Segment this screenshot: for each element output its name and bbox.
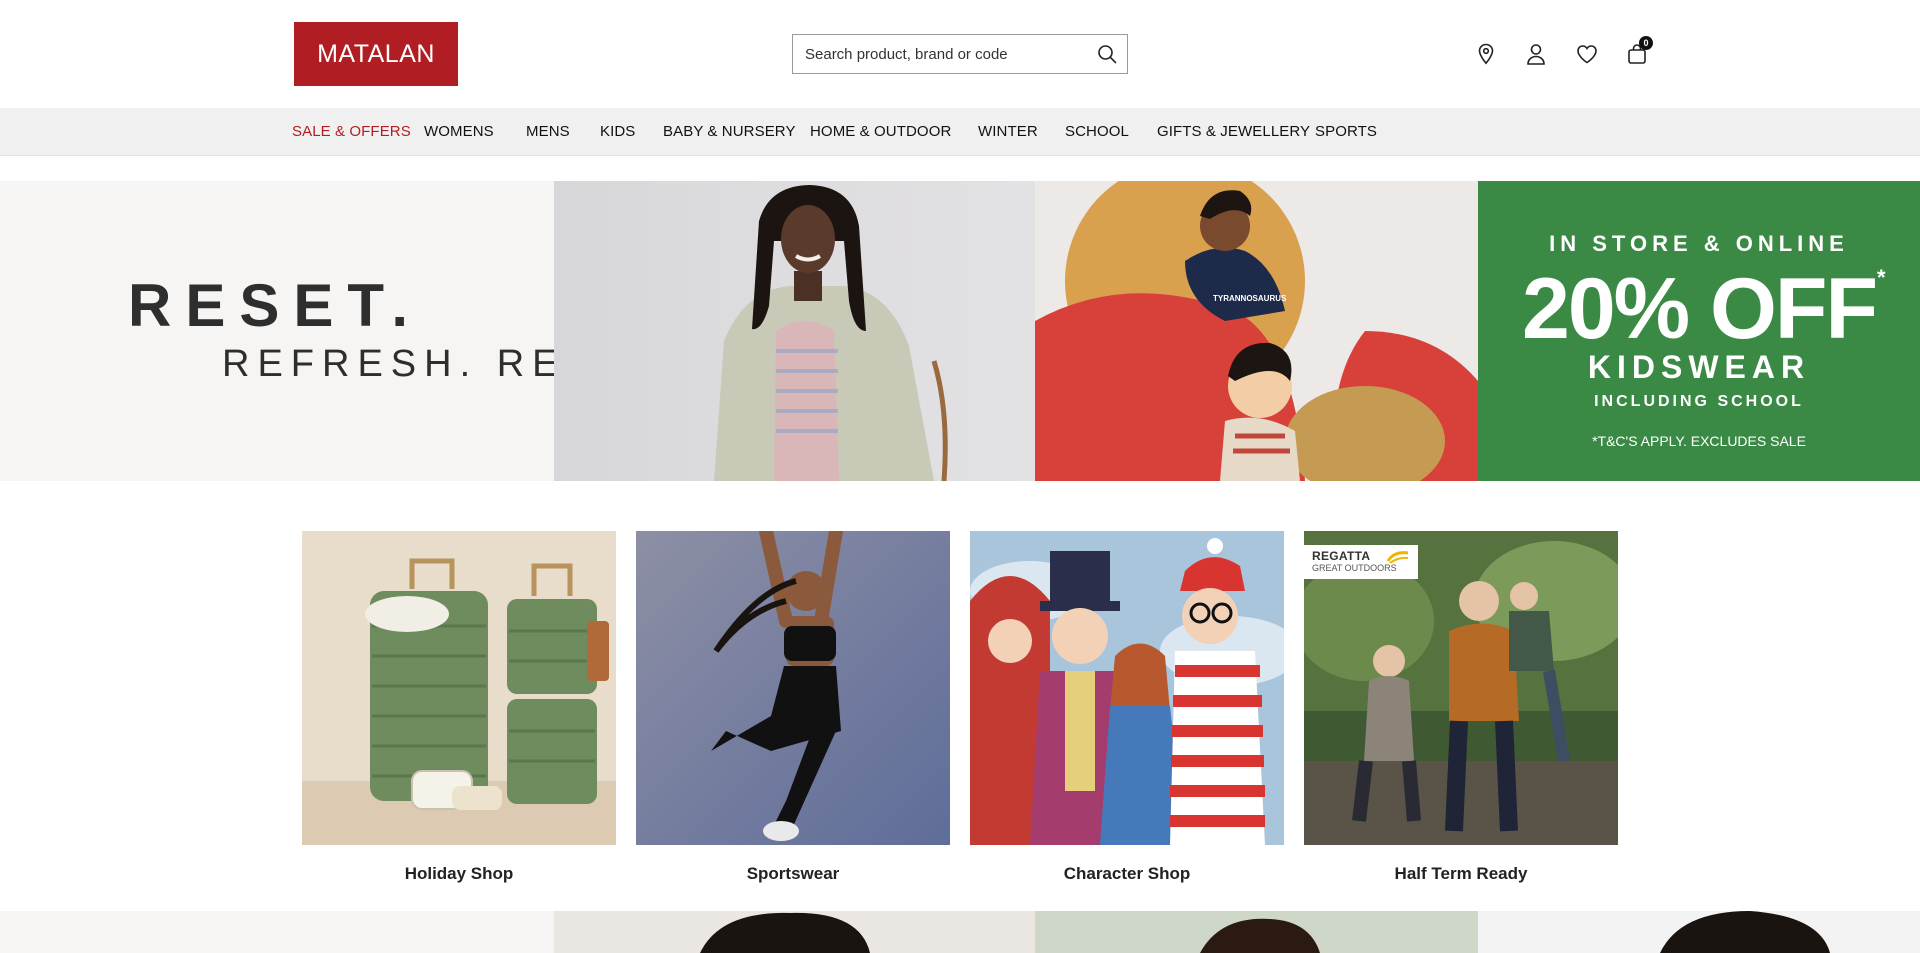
promo-panel[interactable]: IN STORE & ONLINE 20% OFF * KIDSWEAR INC… bbox=[1478, 181, 1920, 481]
next-banner-preview bbox=[0, 911, 1920, 953]
promo-asterisk: * bbox=[1877, 265, 1886, 290]
tshirt-print-text: TYRANNOSAURUS bbox=[1213, 294, 1287, 303]
category-tile-holiday-shop[interactable]: Holiday Shop bbox=[302, 531, 616, 884]
site-header: MATALAN 0 bbox=[0, 0, 1920, 108]
main-navigation: SALE & OFFERS WOMENS MENS KIDS BABY & NU… bbox=[0, 108, 1920, 156]
search-bar bbox=[792, 34, 1128, 74]
nav-item-mens[interactable]: MENS bbox=[526, 123, 570, 140]
nav-item-school[interactable]: SCHOOL bbox=[1065, 123, 1129, 140]
search-icon[interactable] bbox=[1087, 35, 1127, 73]
promo-inclusion: INCLUDING SCHOOL bbox=[1594, 393, 1804, 410]
category-label[interactable]: Holiday Shop bbox=[302, 864, 616, 884]
category-label[interactable]: Half Term Ready bbox=[1304, 864, 1618, 884]
nav-item-baby-nursery[interactable]: BABY & NURSERY bbox=[663, 123, 796, 140]
cart-count-badge: 0 bbox=[1639, 36, 1653, 50]
promo-category: KIDSWEAR bbox=[1587, 349, 1811, 385]
account-icon[interactable] bbox=[1522, 40, 1550, 68]
category-tile-half-term-ready[interactable]: REGATTA GREAT OUTDOORS Half Term Ready bbox=[1304, 531, 1618, 884]
nav-item-sale-offers[interactable]: SALE & OFFERS bbox=[292, 123, 411, 140]
wishlist-heart-icon[interactable] bbox=[1573, 40, 1601, 68]
nav-item-winter[interactable]: WINTER bbox=[978, 123, 1038, 140]
matalan-logo[interactable]: MATALAN bbox=[294, 22, 458, 86]
nav-item-womens[interactable]: WOMENS bbox=[424, 123, 494, 140]
character-shop-image bbox=[970, 531, 1284, 845]
holiday-shop-image bbox=[302, 531, 616, 845]
promo-line-channel: IN STORE & ONLINE bbox=[1549, 231, 1849, 256]
location-pin-icon[interactable] bbox=[1472, 40, 1500, 68]
category-label[interactable]: Character Shop bbox=[970, 864, 1284, 884]
hero-headline: RESET. bbox=[128, 272, 423, 339]
nav-item-kids[interactable]: KIDS bbox=[600, 123, 635, 140]
regatta-brand-badge: REGATTA GREAT OUTDOORS bbox=[1304, 545, 1418, 579]
category-label[interactable]: Sportswear bbox=[636, 864, 950, 884]
bag-icon[interactable]: 0 bbox=[1623, 36, 1653, 68]
category-tile-sportswear[interactable]: Sportswear bbox=[636, 531, 950, 884]
promo-discount: 20% OFF bbox=[1522, 261, 1878, 357]
sportswear-image bbox=[636, 531, 950, 845]
category-tile-character-shop[interactable]: Character Shop bbox=[970, 531, 1284, 884]
hero-banner[interactable]: RESET. REFRESH. REVIVE. TYRANNOSAURUS IN… bbox=[0, 181, 1920, 481]
promo-terms: *T&C'S APPLY. EXCLUDES SALE bbox=[1592, 433, 1806, 449]
nav-item-sports[interactable]: SPORTS bbox=[1315, 123, 1377, 140]
half-term-ready-image: REGATTA GREAT OUTDOORS bbox=[1304, 531, 1618, 845]
nav-item-home-outdoor[interactable]: HOME & OUTDOOR bbox=[810, 123, 951, 140]
regatta-wave-icon bbox=[1386, 551, 1409, 564]
hero-photo-boys: TYRANNOSAURUS bbox=[1035, 181, 1478, 481]
search-input[interactable] bbox=[793, 35, 1087, 73]
nav-item-gifts-jewellery[interactable]: GIFTS & JEWELLERY bbox=[1157, 123, 1310, 140]
hero-photo-girl bbox=[554, 181, 1035, 481]
